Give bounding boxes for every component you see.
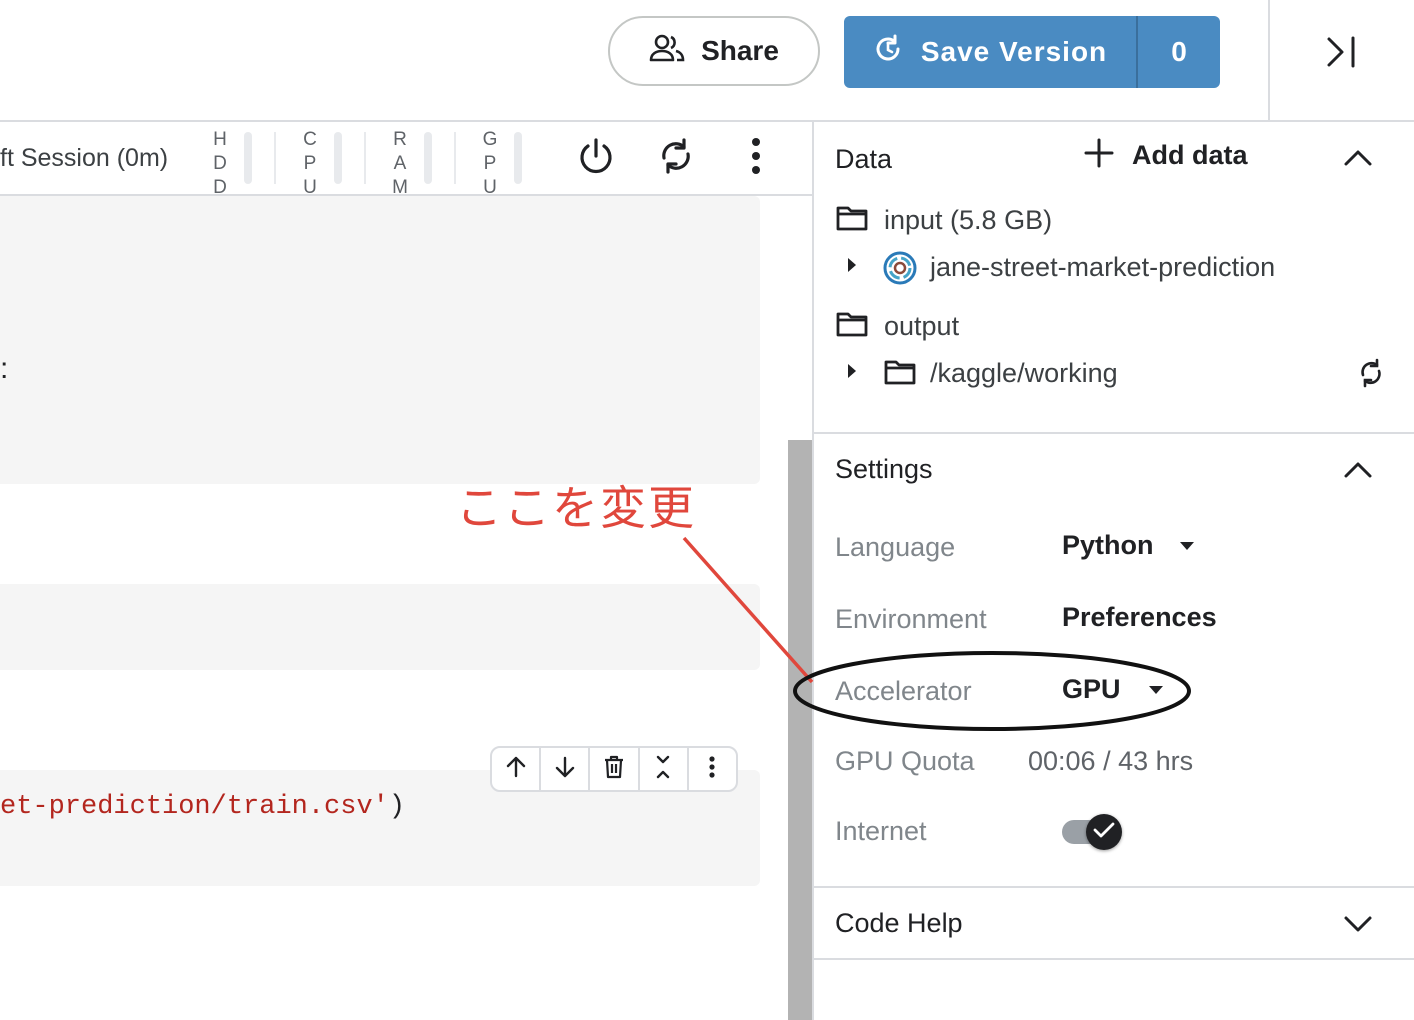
- annotation-arrow-line: [682, 536, 814, 684]
- working-directory[interactable]: /kaggle/working: [930, 358, 1118, 389]
- internet-toggle[interactable]: [1086, 814, 1122, 850]
- input-folder-label: input (5.8 GB): [884, 205, 1053, 235]
- plus-icon: [1084, 138, 1114, 173]
- chevron-up-icon: [1342, 462, 1374, 490]
- caret-down-icon: [1179, 541, 1194, 550]
- folder-icon: [836, 204, 868, 237]
- caret-down-icon: [1148, 685, 1163, 694]
- refresh-icon: [1356, 358, 1386, 392]
- settings-section-title: Settings: [835, 454, 933, 484]
- environment-label: Environment: [835, 604, 987, 634]
- accelerator-label: Accelerator: [835, 676, 972, 706]
- environment-preferences-link[interactable]: Preferences: [1062, 602, 1217, 633]
- add-data-button[interactable]: Add data: [1084, 138, 1248, 173]
- internet-label: Internet: [835, 816, 927, 846]
- caret-right-icon: [848, 258, 856, 272]
- refresh-output-button[interactable]: [1356, 358, 1386, 393]
- language-value: Python: [1062, 530, 1154, 560]
- chevron-up-icon: [1342, 150, 1374, 178]
- input-folder-row[interactable]: input (5.8 GB): [836, 204, 1052, 237]
- section-divider: [814, 886, 1414, 888]
- settings-collapse-button[interactable]: [1342, 454, 1374, 491]
- expand-working-toggle[interactable]: [848, 364, 856, 378]
- gpu-quota-label: GPU Quota: [835, 746, 975, 776]
- accelerator-value: GPU: [1062, 674, 1121, 704]
- code-help-section-title: Code Help: [835, 908, 963, 938]
- accelerator-dropdown[interactable]: GPU: [1062, 674, 1163, 705]
- language-label: Language: [835, 532, 956, 562]
- section-divider: [814, 432, 1414, 434]
- caret-right-icon: [848, 364, 856, 378]
- language-dropdown[interactable]: Python: [1062, 530, 1194, 561]
- code-help-expand-button[interactable]: [1342, 908, 1374, 945]
- chevron-down-icon: [1342, 916, 1374, 944]
- dataset-name[interactable]: jane-street-market-prediction: [930, 252, 1275, 283]
- folder-icon: [884, 358, 916, 391]
- check-icon: [1093, 821, 1115, 844]
- data-collapse-button[interactable]: [1342, 142, 1374, 179]
- section-divider: [814, 958, 1414, 960]
- data-section-title: Data: [835, 144, 893, 174]
- output-folder-row[interactable]: output: [836, 310, 959, 343]
- output-folder-label: output: [884, 311, 960, 341]
- gpu-quota-value: 00:06 / 43 hrs: [1028, 746, 1194, 776]
- folder-icon: [836, 310, 868, 343]
- dataset-icon: [882, 250, 918, 291]
- expand-dataset-toggle[interactable]: [848, 258, 856, 272]
- add-data-label: Add data: [1132, 140, 1248, 170]
